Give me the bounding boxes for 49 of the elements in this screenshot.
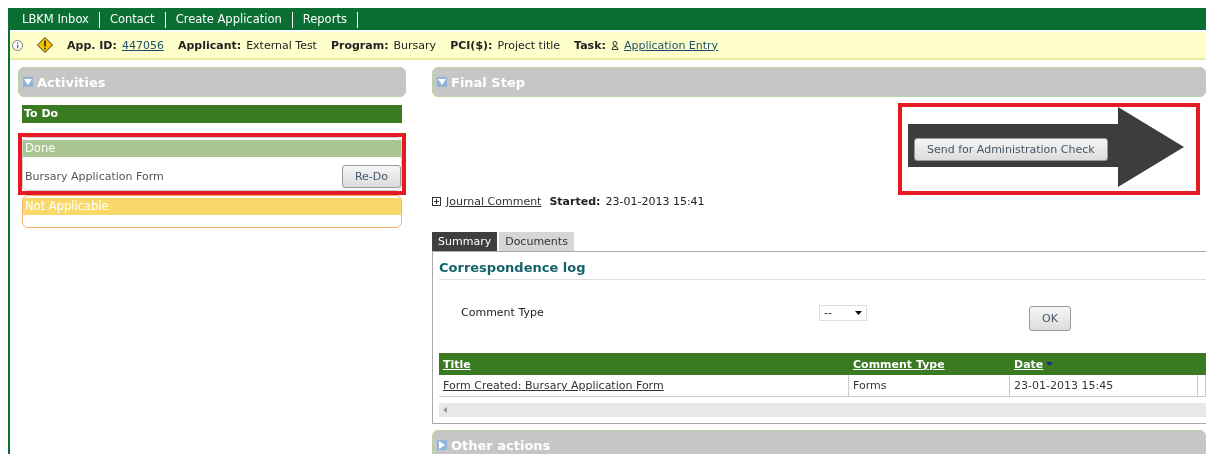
- nav-link[interactable]: Create Application: [165, 12, 293, 28]
- redo-button[interactable]: Re-Do: [341, 165, 401, 188]
- panel-title: Activities: [37, 74, 106, 90]
- panel-title: Other actions: [451, 437, 551, 453]
- scroll-left-icon[interactable]: [443, 407, 447, 413]
- column-header[interactable]: Comment Type: [849, 357, 1010, 371]
- group-title-bar: Not Applicable: [23, 198, 401, 215]
- collapse-triangle-icon[interactable]: [437, 440, 447, 450]
- nav-link[interactable]: Contact: [99, 12, 166, 28]
- info-value: Bursary: [393, 38, 437, 52]
- tab[interactable]: Summary: [432, 232, 498, 251]
- table-cell-link[interactable]: Form Created: Bursary Application Form: [439, 375, 849, 396]
- table-cell: 23-01-2013 15:45: [1010, 375, 1198, 396]
- info-value: Project title: [497, 38, 561, 52]
- expand-plus-icon[interactable]: [432, 197, 441, 206]
- journal-comment-link[interactable]: Journal Comment: [446, 195, 542, 208]
- app-id-link[interactable]: 447056: [121, 38, 164, 52]
- collapse-triangle-icon[interactable]: [23, 77, 33, 87]
- filter-label: Comment Type: [461, 306, 544, 319]
- horizontal-scrollbar[interactable]: [439, 403, 1206, 417]
- info-label: PCI($):: [450, 38, 493, 52]
- caret-icon: [855, 310, 862, 315]
- comment-type-select[interactable]: --: [819, 304, 867, 321]
- person-icon: [610, 40, 619, 50]
- info-label: App. ID:: [67, 38, 117, 52]
- started-label: Started:: [549, 195, 601, 208]
- info-label: Program:: [330, 38, 389, 52]
- warning-icon[interactable]: [37, 37, 53, 53]
- ok-button[interactable]: OK: [1029, 306, 1071, 331]
- collapse-triangle-icon[interactable]: [437, 77, 447, 87]
- info-value: External Test: [246, 38, 317, 52]
- info-icon[interactable]: [12, 39, 23, 51]
- section-title: Correspondence log: [439, 252, 1206, 280]
- panel-title: Final Step: [451, 74, 526, 90]
- started-value: 23-01-2013 15:41: [605, 195, 705, 208]
- info-label: Task:: [574, 38, 606, 52]
- nav-link[interactable]: LBKM Inbox: [12, 12, 100, 28]
- nav-link[interactable]: Reports: [292, 12, 358, 28]
- column-header[interactable]: Title: [439, 357, 849, 371]
- column-header[interactable]: Date: [1010, 357, 1198, 371]
- table-cell: Forms: [849, 375, 1010, 396]
- info-label: Applicant:: [177, 38, 242, 52]
- sort-arrow-icon: [1046, 362, 1054, 366]
- group-title-bar: Done: [23, 140, 401, 157]
- activity-name: Bursary Application Form: [25, 170, 164, 183]
- task-link[interactable]: Application Entry: [623, 38, 719, 52]
- tab[interactable]: Documents: [499, 232, 574, 251]
- todo-bar: To Do: [22, 105, 402, 123]
- send-button[interactable]: Send for Administration Check: [914, 137, 1108, 161]
